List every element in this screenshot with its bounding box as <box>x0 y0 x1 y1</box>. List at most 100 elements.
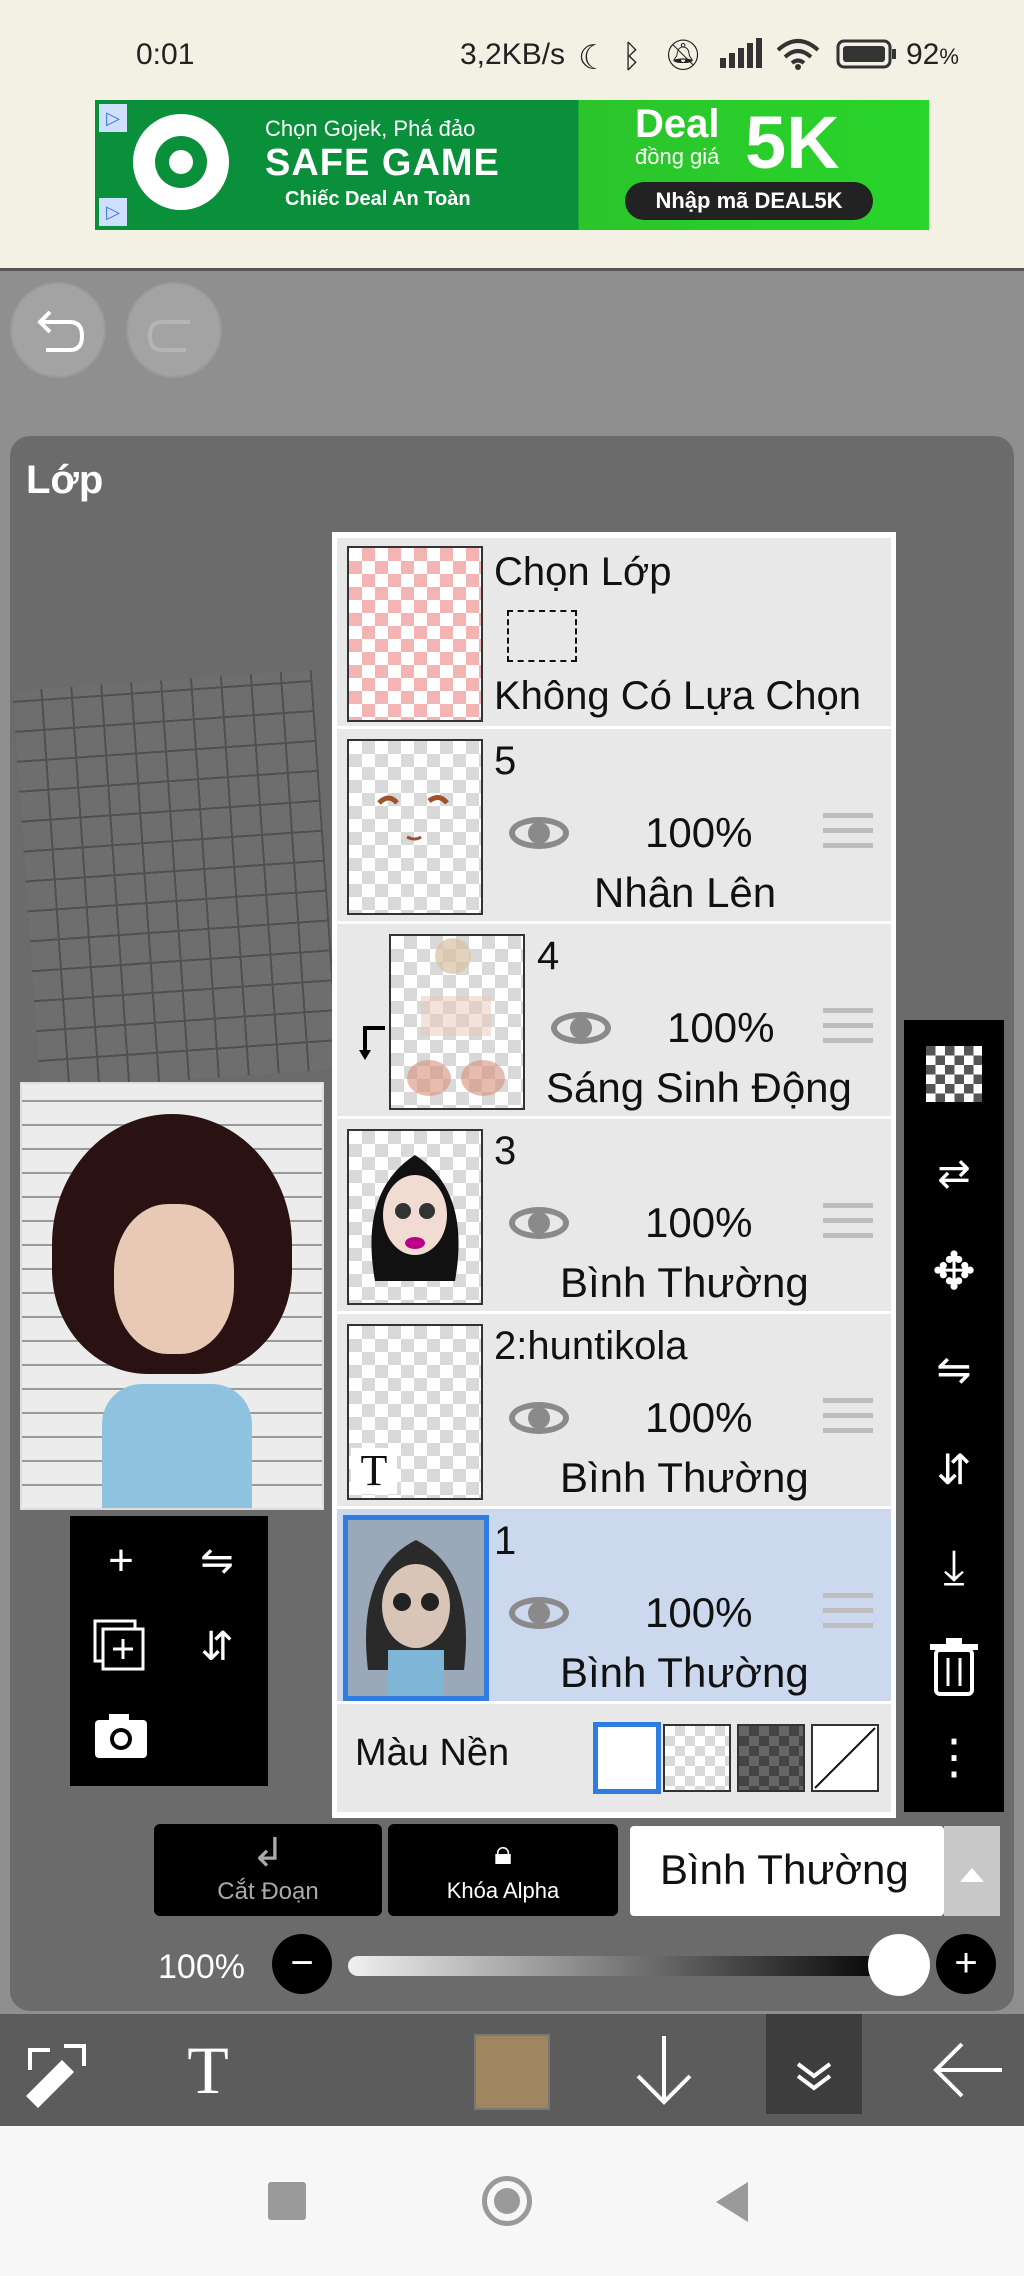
ad-choices-icon[interactable]: ▷ <box>99 104 127 132</box>
blend-mode-dropdown-icon[interactable] <box>944 1826 1000 1916</box>
mute-icon: 🔕︎ <box>664 39 703 72</box>
layer-name: 3 <box>494 1129 517 1173</box>
system-navigation-bar <box>0 2126 1024 2276</box>
camera-icon[interactable] <box>86 1700 156 1770</box>
checkerboard-icon[interactable] <box>922 1042 986 1106</box>
double-chevron-down-icon <box>796 2062 832 2091</box>
flip-vertical-icon[interactable]: ⇵ <box>922 1438 986 1502</box>
bg-dark-option[interactable] <box>737 1724 805 1792</box>
gojek-logo <box>133 114 229 210</box>
drag-handle-icon[interactable] <box>823 1008 873 1048</box>
network-speed: 3,2KB/s <box>460 38 566 71</box>
merge-down-icon[interactable]: ⤓ <box>922 1536 986 1600</box>
layer-opacity: 100% <box>645 1199 753 1246</box>
undo-button[interactable] <box>10 282 106 378</box>
drag-handle-icon[interactable] <box>823 813 873 853</box>
duplicate-layer-icon[interactable] <box>86 1612 156 1682</box>
ad-banner[interactable]: ▷ ▷ Chọn Gojek, Phá đảo SAFE GAME Chiếc … <box>95 100 929 230</box>
alpha-lock-label: Khóa Alpha <box>446 1878 560 1903</box>
layer-opacity: 100% <box>667 1004 775 1051</box>
panel-title: Lớp <box>26 458 104 502</box>
eye-icon[interactable] <box>509 1398 571 1438</box>
home-button[interactable] <box>482 2176 532 2226</box>
bluetooth-icon: ᛒ <box>622 38 642 74</box>
eye-icon[interactable] <box>509 1203 571 1243</box>
background-color-row: Màu Nền <box>337 1704 891 1812</box>
layer-row[interactable]: 5 100% Nhân Lên <box>337 729 891 924</box>
layers-toggle-button[interactable] <box>766 2014 862 2114</box>
bg-transparent-option[interactable] <box>663 1724 731 1792</box>
text-tool-icon[interactable]: T <box>164 2026 252 2114</box>
transform-tool-icon[interactable] <box>12 2026 100 2114</box>
alpha-lock-icon: 🔒︎ <box>493 1834 513 1872</box>
layer-thumbnail <box>343 1515 489 1701</box>
back-button[interactable] <box>712 2180 752 2229</box>
eye-icon[interactable] <box>551 1008 613 1048</box>
flip-vertical-icon[interactable]: ⇵ <box>182 1612 252 1682</box>
ad-line-3: Chiếc Deal An Toàn <box>285 188 471 210</box>
blend-mode-select[interactable]: Bình Thường <box>630 1826 944 1916</box>
opacity-slider-knob[interactable] <box>868 1934 930 1996</box>
alpha-lock-button[interactable]: 🔒︎ Khóa Alpha <box>388 1824 618 1916</box>
ad-deal-word: Deal <box>635 102 720 146</box>
layer-name: 4 <box>537 934 560 978</box>
layer-opacity: 100% <box>645 1589 753 1636</box>
drag-handle-icon[interactable] <box>823 1203 873 1243</box>
clipping-button[interactable]: ↲ Cắt Đoạn <box>154 1824 382 1916</box>
drag-handle-icon[interactable] <box>823 1398 873 1438</box>
bg-white-option[interactable] <box>593 1722 661 1794</box>
drag-handle-icon[interactable] <box>823 1593 873 1633</box>
select-layer-row[interactable]: Chọn Lớp Không Có Lựa Chọn <box>337 538 891 729</box>
selection-thumbnail <box>347 546 483 722</box>
current-color-swatch[interactable] <box>474 2034 550 2110</box>
recents-button[interactable] <box>268 2182 306 2220</box>
layer-row[interactable]: 3 100% Bình Thường <box>337 1119 891 1314</box>
eye-icon[interactable] <box>509 1593 571 1633</box>
layer-opacity: 100% <box>645 809 753 856</box>
layer-blend-mode[interactable]: Nhân Lên <box>594 869 776 917</box>
opacity-minus-button[interactable]: − <box>272 1934 332 1994</box>
signal-icon <box>720 38 764 76</box>
ad-line-2: SAFE GAME <box>265 142 500 184</box>
opacity-plus-button[interactable]: + <box>936 1934 996 1994</box>
flip-horizontal-icon[interactable]: ⇋ <box>182 1526 252 1596</box>
bg-none-option[interactable] <box>811 1724 879 1792</box>
layers-list: Chọn Lớp Không Có Lựa Chọn 5 100% Nhân L… <box>332 532 896 1818</box>
ad-choices-icon[interactable]: ▷ <box>99 198 127 226</box>
undo-icon <box>37 310 85 352</box>
move-icon[interactable]: ✥ <box>922 1240 986 1304</box>
more-options-icon[interactable]: ⋮ <box>922 1732 986 1796</box>
arrow-down-icon[interactable] <box>620 2026 708 2114</box>
ad-line-1: Chọn Gojek, Phá đảo <box>265 116 476 141</box>
redo-button[interactable] <box>126 282 222 378</box>
selection-marquee-icon <box>507 610 577 662</box>
flip-horizontal-icon[interactable]: ⇋ <box>922 1338 986 1402</box>
back-arrow-icon[interactable] <box>922 2026 1010 2114</box>
layer-row-selected[interactable]: 1 100% Bình Thường <box>337 1509 891 1704</box>
eye-icon[interactable] <box>509 813 571 853</box>
layer-thumbnail <box>347 739 483 915</box>
trash-icon[interactable] <box>922 1634 986 1698</box>
layer-blend-mode[interactable]: Bình Thường <box>560 1454 809 1502</box>
layer-blend-mode[interactable]: Bình Thường <box>560 1259 809 1307</box>
right-toolbar: ⇄ ✥ ⇋ ⇵ ⤓ ⋮ <box>904 1020 1004 1812</box>
clipping-label: Cắt Đoạn <box>217 1878 319 1905</box>
preview-shirt <box>102 1384 252 1508</box>
opacity-slider-track[interactable] <box>348 1956 896 1976</box>
layer-row[interactable]: T 2:huntikola 100% Bình Thường <box>337 1314 891 1509</box>
layer-opacity: 100% <box>645 1394 753 1441</box>
layer-blend-mode[interactable]: Sáng Sinh Động <box>546 1064 852 1112</box>
clock: 0:01 <box>136 38 195 71</box>
layer-thumbnail <box>389 934 525 1110</box>
canvas-background <box>12 670 340 1090</box>
select-layer-title: Chọn Lớp <box>494 550 672 594</box>
battery-icon <box>836 38 898 78</box>
layer-blend-mode[interactable]: Bình Thường <box>560 1649 809 1697</box>
add-layer-icon[interactable]: + <box>86 1526 156 1596</box>
text-layer-icon: T <box>351 1448 397 1494</box>
select-layer-subtitle: Không Có Lựa Chọn <box>494 674 862 718</box>
layer-row[interactable]: 4 100% Sáng Sinh Động <box>337 924 891 1119</box>
swap-layer-icon[interactable]: ⇄ <box>922 1142 986 1206</box>
ad-deal-value: 5K <box>745 101 840 184</box>
canvas-preview[interactable] <box>20 1082 324 1510</box>
